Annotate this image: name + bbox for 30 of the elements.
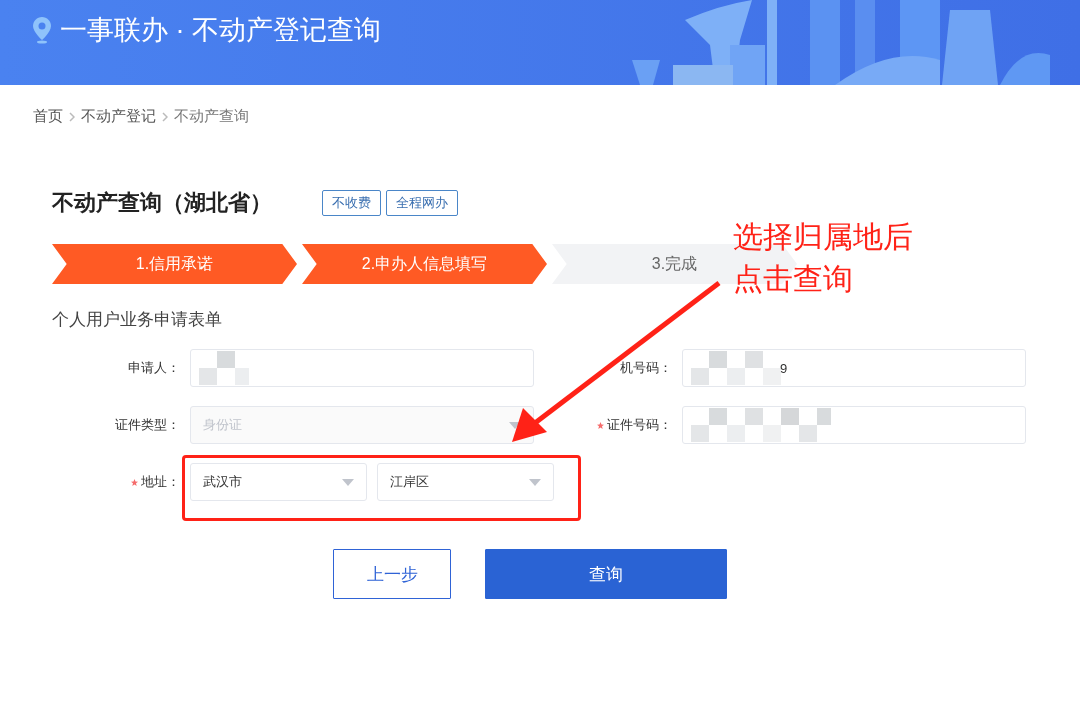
breadcrumb-link[interactable]: 不动产查询 [174, 107, 249, 126]
back-button[interactable]: 上一步 [333, 549, 451, 599]
progress-step: 1.信用承诺 [52, 244, 297, 284]
caret-icon [342, 478, 354, 486]
tag: 全程网办 [386, 190, 458, 216]
input-field[interactable]: 9 [682, 349, 1026, 387]
app-title: 一事联办 · 不动产登记查询 [60, 14, 381, 47]
required-star-icon [597, 421, 604, 429]
chevron-right-icon [69, 111, 75, 122]
input-field[interactable] [682, 406, 1026, 444]
location-pin-icon [32, 16, 52, 44]
chevron-right-icon [162, 111, 168, 122]
query-button[interactable]: 查询 [485, 549, 727, 599]
progress-step: 2.申办人信息填写 [302, 244, 547, 284]
tag: 不收费 [322, 190, 381, 216]
breadcrumb-link[interactable]: 不动产登记 [81, 107, 156, 126]
form-title: 个人用户业务申请表单 [52, 309, 223, 331]
field-label: 证件类型： [115, 416, 180, 434]
caret-icon [529, 478, 541, 486]
field-label: 证件号码： [607, 416, 672, 434]
annotation-text: 选择归属地后 点击查询 [733, 219, 913, 297]
breadcrumb-link[interactable]: 首页 [33, 107, 63, 126]
required-star-icon [131, 478, 138, 486]
field-label: 机号码： [620, 359, 672, 377]
select-field[interactable]: 江岸区 [377, 463, 554, 501]
select-field[interactable]: 武汉市 [190, 463, 367, 501]
field-label: 申请人： [128, 359, 180, 377]
page-title: 不动产查询（湖北省） [52, 189, 273, 217]
input-field[interactable] [190, 349, 534, 387]
field-label: 地址： [141, 473, 180, 491]
